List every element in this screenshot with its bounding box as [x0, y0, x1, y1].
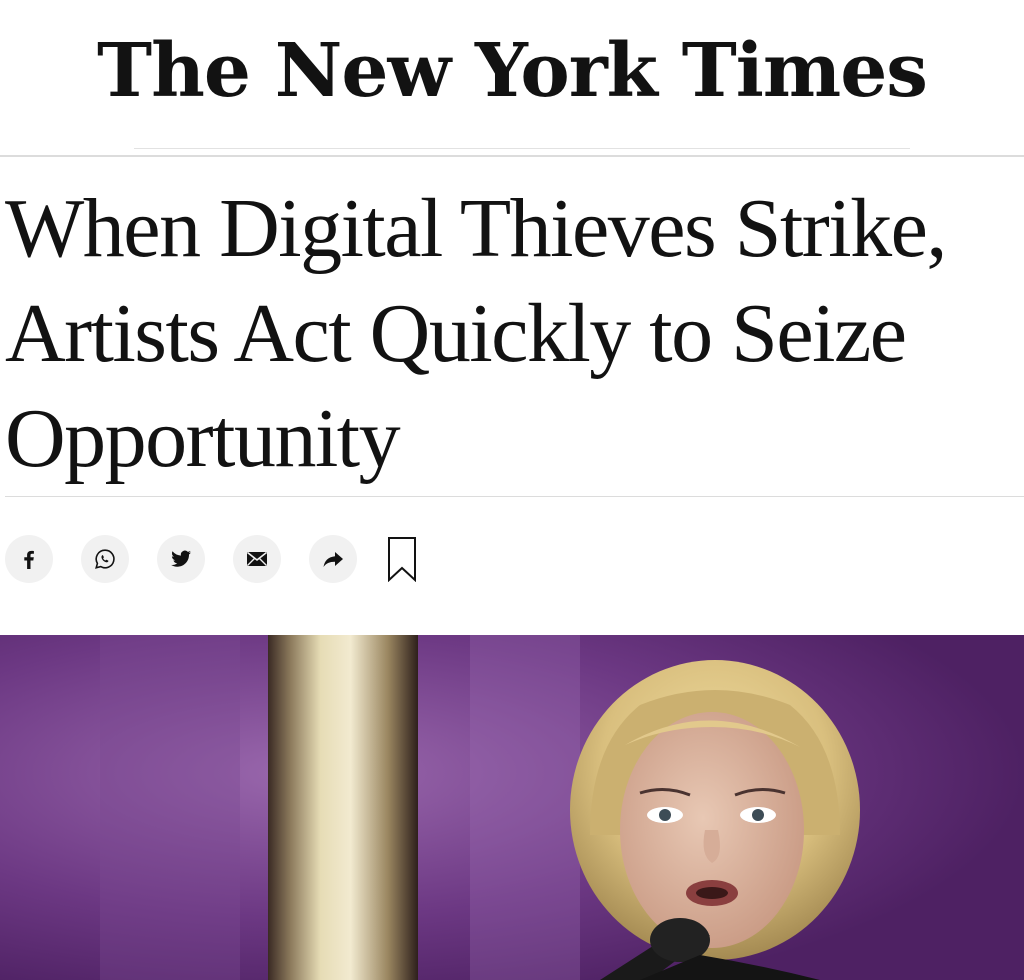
save-bookmark-button[interactable] [385, 535, 419, 583]
masthead-divider [0, 155, 1024, 157]
masthead-divider-inner [134, 148, 910, 149]
masthead: The New York Times [0, 0, 1024, 150]
share-whatsapp-button[interactable] [81, 535, 129, 583]
bookmark-icon [388, 537, 416, 582]
singer-photo-illustration [0, 635, 1024, 980]
share-more-button[interactable] [309, 535, 357, 583]
email-icon [247, 551, 267, 566]
article-lead-photo [0, 635, 1024, 980]
nyt-logo[interactable]: The New York Times [97, 28, 928, 114]
share-toolbar [5, 534, 419, 584]
twitter-icon [171, 550, 191, 567]
whatsapp-icon [95, 549, 115, 569]
article-headline: When Digital Thieves Strike, Artists Act… [5, 182, 947, 485]
facebook-icon [24, 550, 34, 569]
share-arrow-icon [323, 552, 343, 567]
headline-divider [5, 496, 1024, 497]
share-email-button[interactable] [233, 535, 281, 583]
share-twitter-button[interactable] [157, 535, 205, 583]
share-facebook-button[interactable] [5, 535, 53, 583]
